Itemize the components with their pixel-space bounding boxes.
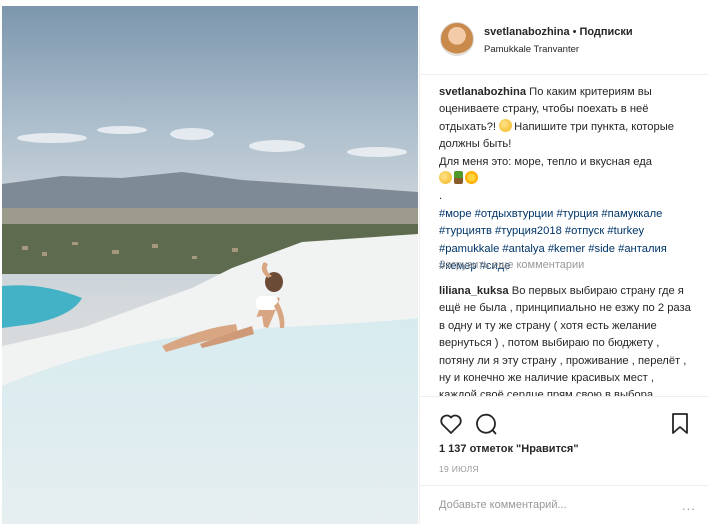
turquoise-pool [2, 285, 82, 328]
post-header: svetlanabozhina • Подписки Pamukkale Tranv… [420, 6, 709, 75]
thinking-face-icon [499, 118, 513, 132]
likes-count[interactable]: 1 137 отметок "Нравится" [439, 443, 579, 455]
post-date: 19 ИЮЛЯ [439, 464, 479, 474]
more-options-icon[interactable]: ... [682, 498, 696, 513]
caption: svetlanabozhina По каким критериям вы оц… [439, 84, 689, 275]
follow-button[interactable]: Подписки [579, 26, 632, 38]
comment-icon[interactable] [474, 412, 498, 436]
heart-icon[interactable] [439, 413, 463, 435]
caption-text-3: Для меня это: море, тепло и вкусная еда [439, 155, 652, 168]
post-photo[interactable] [2, 6, 418, 524]
comment-text: Во первых выбираю страну где я ещё не бы… [439, 285, 691, 396]
header-username-line: svetlanabozhina • Подписки [484, 26, 633, 38]
location-link[interactable]: Pamukkale Tranvanter [484, 44, 579, 55]
add-comment-input[interactable]: Добавьте комментарий... [439, 499, 567, 511]
sun-icon [465, 171, 478, 185]
instagram-post-window: svetlanabozhina • Подписки Pamukkale Tranv… [0, 0, 710, 525]
post-actions: 1 137 отметок "Нравится" 19 ИЮЛЯ Добавьт… [420, 396, 709, 525]
caption-dot: . [439, 190, 443, 203]
load-more-comments-button[interactable]: Загрузить еще комментарии [439, 259, 584, 271]
photo-scene [2, 6, 418, 524]
post-side-panel: svetlanabozhina • Подписки Pamukkale Tranv… [419, 6, 709, 525]
comments-area: svetlanabozhina По каким критериям вы оц… [420, 75, 709, 396]
bookmark-icon[interactable] [670, 412, 690, 436]
comment-username[interactable]: liliana_kuksa [439, 285, 509, 297]
add-comment-bar: Добавьте комментарий... ... [420, 485, 709, 526]
smiling-face-icon [439, 171, 452, 185]
separator-dot: • [572, 26, 577, 38]
comment-item: liliana_kuksa Во первых выбираю страну г… [439, 283, 691, 396]
palm-tree-icon [454, 171, 463, 185]
caption-username[interactable]: svetlanabozhina [439, 86, 526, 98]
avatar[interactable] [440, 22, 474, 56]
author-username[interactable]: svetlanabozhina [484, 26, 570, 38]
